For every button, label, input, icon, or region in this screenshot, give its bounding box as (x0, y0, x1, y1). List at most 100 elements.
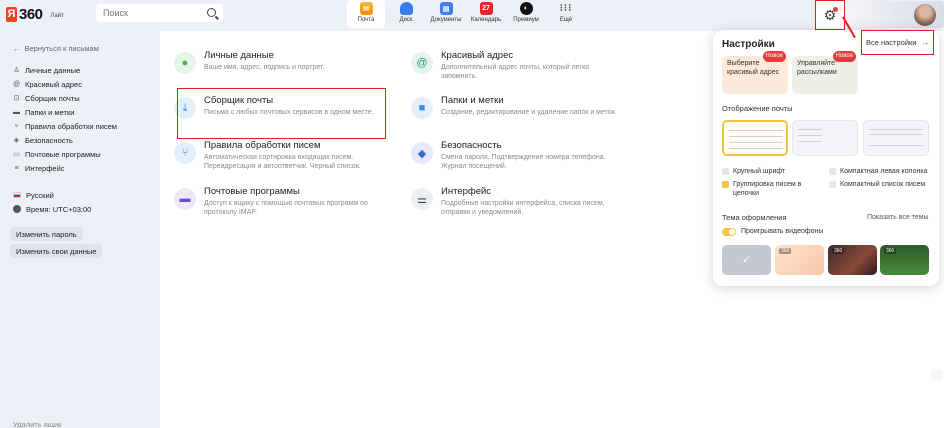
layout-option-split[interactable] (792, 120, 858, 156)
card-desc: Ваше имя, адрес, подпись и портрет. (204, 64, 325, 71)
app-label: Ещё (559, 17, 573, 23)
sidebar-item-interface[interactable]: ≡ Интерфейс (13, 161, 117, 175)
card-interface[interactable]: ⚌ Интерфейс Подробные настройки интерфейс… (411, 186, 626, 224)
app-disk[interactable]: Диск (387, 0, 425, 28)
checkbox-checked[interactable] (722, 181, 729, 188)
logo-360: 360 (19, 6, 43, 23)
app-premium[interactable]: ◐ Премиум (507, 0, 545, 28)
option-label: Группировка писем в цепочки (733, 181, 802, 197)
card-beautiful-address[interactable]: @ Красивый адрес Дополнительный адрес поч… (411, 50, 626, 88)
theme-peach[interactable]: 360 (775, 245, 824, 275)
sidebar-item-personal[interactable]: ♙ Личные данные (13, 63, 117, 77)
card-mail-clients[interactable]: ▬ Почтовые программы Доступ к ящику с пом… (174, 186, 389, 224)
timezone-label: Время: UTC+03:00 (26, 204, 92, 214)
settings-nav: ♙ Личные данные @ Красивый адрес ⊡ Сборщик … (13, 63, 117, 175)
theme-default[interactable]: ✓ (722, 245, 771, 275)
russia-flag-icon (13, 192, 21, 198)
card-mail-rules[interactable]: ⑂ Правила обработки писем Автоматическая … (174, 140, 389, 178)
theme-logo: 360 (779, 248, 792, 254)
highlight-box (177, 88, 386, 139)
language-label: Русский (26, 190, 54, 200)
app-label: Календарь (470, 17, 502, 23)
arrow-right-icon: → (921, 38, 930, 47)
at-icon: @ (13, 80, 21, 88)
option-large-font[interactable]: Крупный шрифт (722, 167, 785, 176)
card-title: Почтовые программы (204, 186, 300, 197)
sidebar-item-address[interactable]: @ Красивый адрес (13, 77, 117, 91)
theme-dark[interactable]: 360 (828, 245, 877, 275)
option-label: Компактный список писем (840, 181, 926, 188)
sidebar-item-folders[interactable]: ▬ Папки и метки (13, 105, 117, 119)
app-label: Документы (430, 17, 462, 23)
card-security[interactable]: ◆ Безопасность Смена пароля. Подтверждени… (411, 140, 626, 178)
inbox-download-icon: ⊡ (13, 94, 20, 102)
user-menu[interactable] (845, 1, 944, 28)
search-icon[interactable] (207, 8, 216, 17)
card-desc: Подробные настройки интерфейса, списка п… (441, 200, 605, 216)
sidebar-item-mail-clients[interactable]: ▭ Почтовые программы (13, 147, 117, 161)
theme-logo: 360 (832, 248, 845, 254)
folder-icon: ▬ (13, 108, 20, 116)
card-desc: Смена пароля. Подтверждение номера телеф… (441, 154, 606, 170)
sidebar-item-label: Безопасность (25, 135, 73, 145)
toggle-label: Проигрывать видеофоны (741, 228, 824, 235)
new-badge: Новое (762, 51, 786, 62)
promo-text: Управляйте рассылками (797, 60, 837, 76)
all-settings-link[interactable]: Все настройки → (861, 30, 934, 55)
promo-text: Выберите красивый адрес (727, 60, 780, 76)
promo-manage-subscriptions[interactable]: Управляйте рассылками Новое (792, 51, 858, 94)
card-title: Красивый адрес (441, 50, 514, 61)
search-box[interactable] (96, 4, 223, 22)
option-compact-left-column[interactable]: Компактная левая колонка (829, 167, 927, 176)
card-folders-labels[interactable]: ■ Папки и метки Создание, редактирование … (411, 95, 626, 133)
card-personal-data[interactable]: ● Личные данные Ваше имя, адрес, подпись … (174, 50, 389, 88)
all-settings-label: Все настройки (865, 38, 917, 47)
locale-settings: Русский Время: UTC+03:00 (13, 188, 91, 216)
show-all-themes-link[interactable]: Показать все темы (867, 214, 929, 221)
settings-button[interactable]: ⚙ (815, 0, 845, 30)
video-backgrounds-toggle[interactable] (722, 228, 736, 236)
sidebar-item-collector[interactable]: ⊡ Сборщик почты (13, 91, 117, 105)
app-mail[interactable]: ✉ Почта (347, 0, 385, 28)
new-badge: Новое (832, 51, 856, 62)
theme-forest[interactable]: 360 (880, 245, 929, 275)
delete-mailbox-link[interactable]: Удалить ящик (13, 420, 61, 428)
search-input[interactable] (103, 8, 203, 18)
app-calendar[interactable]: 27 Календарь (467, 0, 505, 28)
promo-beautiful-address[interactable]: Выберите красивый адрес Новое (722, 51, 788, 94)
mail-icon: ✉ (359, 2, 373, 15)
notification-dot (833, 7, 838, 12)
checkbox[interactable] (829, 168, 836, 175)
option-compact-list[interactable]: Компактный список писем (829, 180, 925, 189)
language-selector[interactable]: Русский (13, 188, 91, 202)
scroll-handle[interactable] (931, 369, 943, 381)
filter-icon: ⑂ (174, 142, 196, 164)
theme-logo: 360 (884, 248, 897, 254)
sidebar-item-label: Правила обработки писем (25, 121, 117, 131)
card-title: Безопасность (441, 140, 502, 151)
app-documents[interactable]: ▤ Документы (427, 0, 465, 28)
settings-popup: Настройки Выберите красивый адрес Новое … (713, 30, 939, 286)
timezone-selector[interactable]: Время: UTC+03:00 (13, 202, 91, 216)
app-label: Премиум (513, 17, 539, 23)
change-data-button[interactable]: Изменить свои данные (10, 244, 103, 258)
app-more[interactable]: ⁝⁝⁝ Ещё (547, 0, 585, 28)
checkbox[interactable] (722, 168, 729, 175)
sidebar-item-security[interactable]: ◈ Безопасность (13, 133, 117, 147)
change-password-button[interactable]: Изменить пароль (10, 227, 83, 241)
documents-icon: ▤ (439, 2, 453, 15)
person-icon: ♙ (13, 66, 20, 74)
avatar[interactable] (914, 4, 936, 26)
card-title: Личные данные (204, 50, 274, 61)
checkbox[interactable] (829, 181, 836, 188)
sliders-icon: ≡ (14, 164, 19, 172)
layout-option-bottom[interactable] (863, 120, 929, 156)
logo[interactable]: Я 360 Лайт (6, 6, 64, 23)
sidebar-item-label: Личные данные (25, 65, 81, 75)
more-icon: ⁝⁝⁝ (559, 3, 573, 14)
sidebar-item-rules[interactable]: ⑂ Правила обработки писем (13, 119, 117, 133)
option-thread-grouping[interactable]: Группировка писем в цепочки (722, 180, 822, 198)
layout-option-full[interactable] (722, 120, 788, 156)
logo-lite-label: Лайт (50, 13, 64, 19)
back-to-mail-link[interactable]: ← Вернуться к письмам (13, 44, 99, 53)
